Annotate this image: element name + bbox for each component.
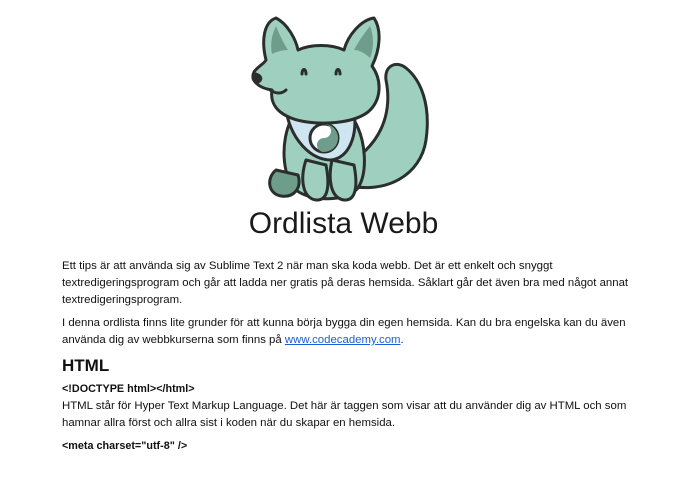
intro-paragraph-2-end: . <box>400 334 404 346</box>
page-title: Ordlista Webb <box>248 207 439 240</box>
fox-mascot-icon <box>251 16 429 202</box>
intro-paragraph-1: Ett tips är att använda sig av Sublime T… <box>62 260 629 306</box>
term-meta-charset: <meta charset="utf-8" /> <box>62 440 188 452</box>
term-doctype-description: HTML står för Hyper Text Markup Language… <box>62 400 627 429</box>
document-page: Ordlista Webb Ett tips är att använda si… <box>0 0 687 485</box>
document-body: Ett tips är att använda sig av Sublime T… <box>62 258 642 455</box>
intro-paragraph-2: I denna ordlista finns lite grunder för … <box>62 315 642 349</box>
section-heading-html: HTML <box>62 356 110 375</box>
term-doctype: <!DOCTYPE html></html> <box>62 383 195 395</box>
codecademy-link[interactable]: www.codecademy.com <box>285 334 401 346</box>
